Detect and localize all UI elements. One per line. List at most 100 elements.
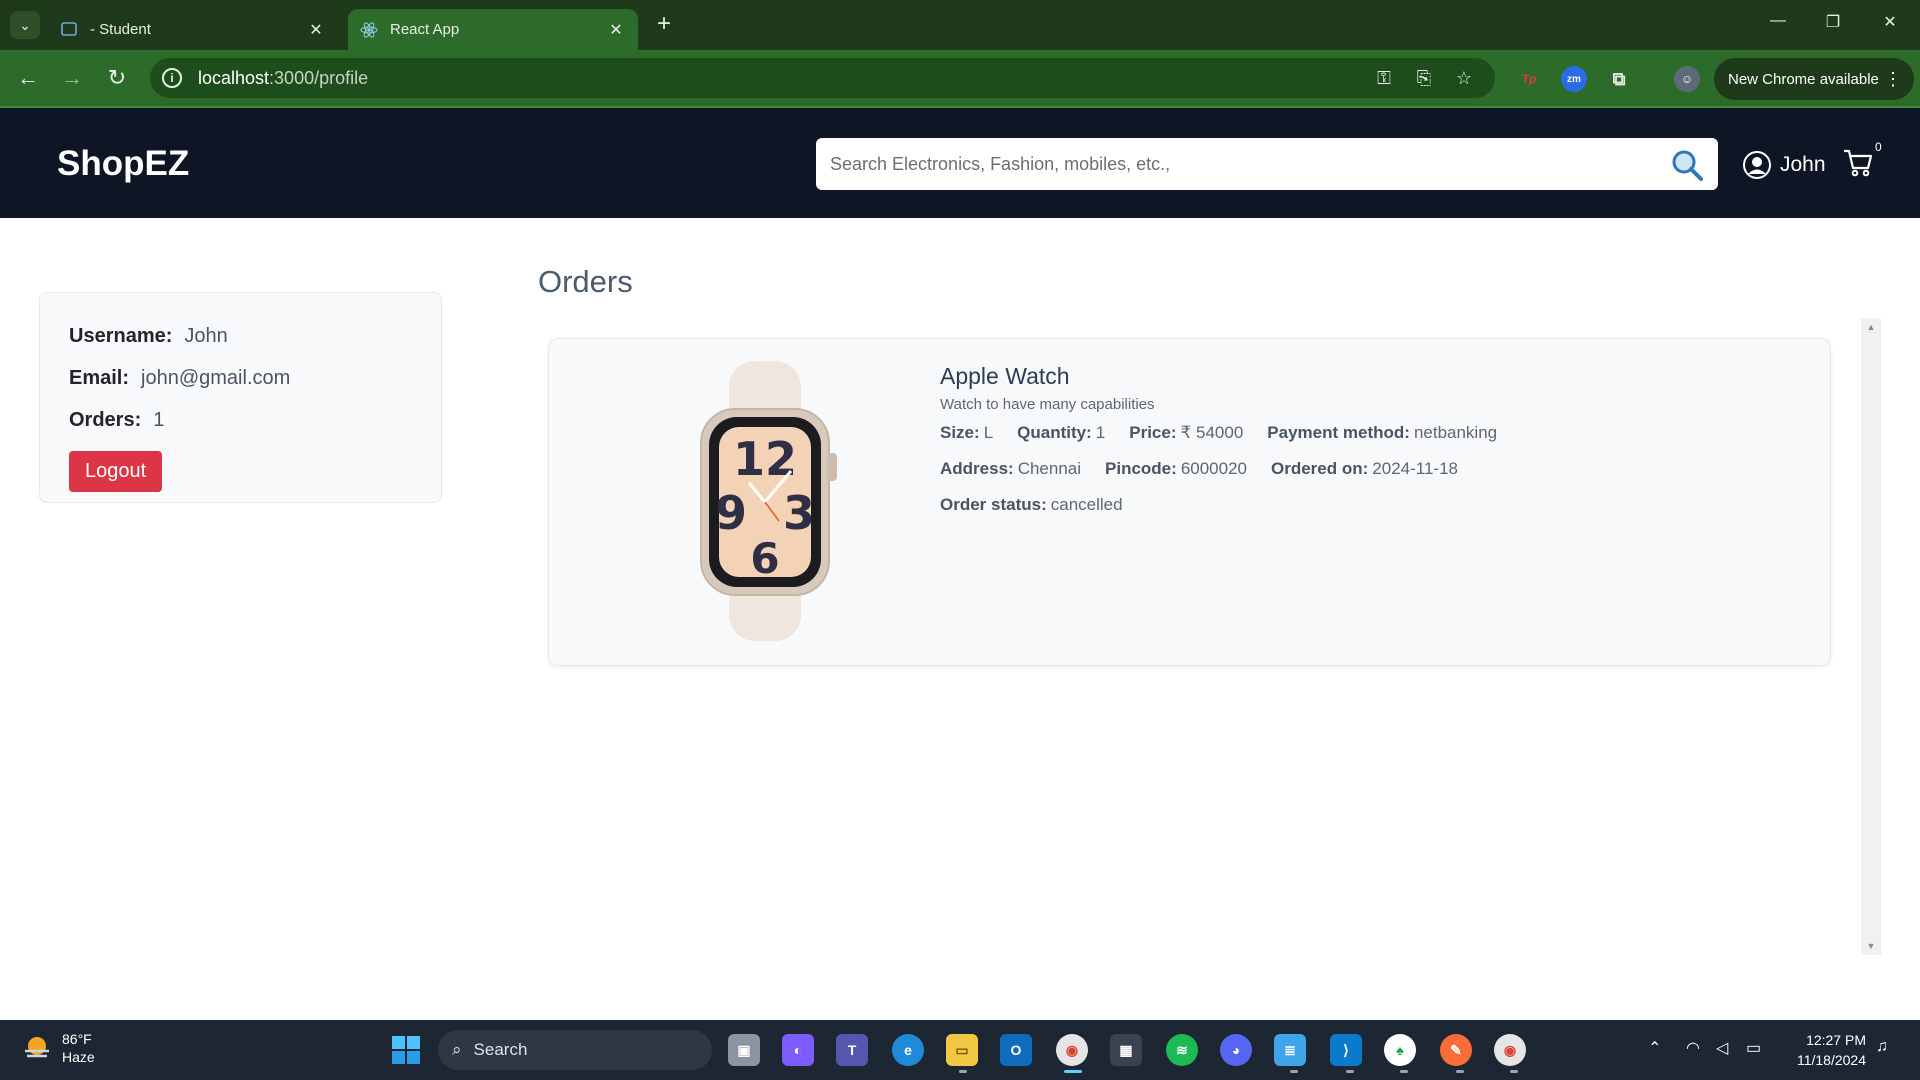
window-close-icon[interactable]: ✕: [1870, 12, 1910, 32]
system-clock[interactable]: 12:27 PM 11/18/2024: [1786, 1030, 1866, 1070]
outlook-icon[interactable]: O: [1000, 1034, 1032, 1066]
taskbar-indicator: [1456, 1070, 1464, 1073]
clock-date: 11/18/2024: [1796, 1052, 1866, 1068]
cart-button[interactable]: [1842, 148, 1874, 183]
vscode-icon[interactable]: ⟩: [1330, 1034, 1362, 1066]
more-vert-icon[interactable]: ⋮: [1884, 69, 1902, 90]
search-icon: ⌕: [452, 1040, 462, 1059]
search-icon[interactable]: [1670, 148, 1704, 182]
profile-avatar[interactable]: ☺: [1674, 66, 1700, 92]
restore-icon[interactable]: ❐: [1813, 12, 1853, 32]
tab-react-app[interactable]: React App ✕: [348, 9, 638, 50]
tab-student[interactable]: - Student ✕: [48, 9, 338, 50]
url-text[interactable]: localhost:3000/profile: [198, 68, 368, 89]
browser-toolbar: ← → ↻ i localhost:3000/profile ⚿ ⎘ ☆: [0, 50, 1920, 108]
teams-icon[interactable]: T: [836, 1034, 868, 1066]
wifi-icon[interactable]: ◠: [1686, 1038, 1700, 1058]
search-bar: [816, 138, 1718, 190]
back-icon[interactable]: ←: [13, 64, 43, 92]
orders-heading: Orders: [538, 264, 633, 299]
quantity-field: Quantity: 1: [1017, 423, 1106, 442]
copilot-icon[interactable]: ◐: [782, 1034, 814, 1066]
pincode-field: Pincode: 6000020: [1105, 459, 1247, 478]
spotify-icon[interactable]: ≋: [1166, 1034, 1198, 1066]
ordered-on-field: Ordered on: 2024-11-18: [1271, 459, 1458, 478]
close-icon[interactable]: ✕: [606, 20, 626, 40]
postman-icon[interactable]: ✎: [1440, 1034, 1472, 1066]
extension-tp-icon[interactable]: Tp: [1516, 66, 1542, 92]
address-field: Address: Chennai: [940, 459, 1082, 478]
brand-logo[interactable]: ShopEZ: [57, 144, 189, 184]
tab-title: - Student: [90, 21, 151, 38]
taskbar-indicator: [959, 1070, 967, 1073]
windows-start-icon[interactable]: [390, 1034, 422, 1066]
scroll-up-icon[interactable]: ▲: [1861, 322, 1881, 332]
monitor-icon: [60, 21, 78, 39]
order-card: 12 9 3 6 Apple Watch Watch to have many …: [548, 338, 1831, 666]
new-tab-button[interactable]: +: [650, 12, 678, 36]
minimize-icon[interactable]: —: [1758, 12, 1798, 30]
volume-icon[interactable]: ◁: [1716, 1038, 1728, 1058]
notepad-icon[interactable]: ≣: [1274, 1034, 1306, 1066]
app-header: ShopEZ John 0: [0, 108, 1920, 218]
username-label: Username:: [69, 324, 173, 347]
taskbar-search[interactable]: ⌕ Search: [438, 1030, 712, 1070]
task-view-icon[interactable]: ▣: [728, 1034, 760, 1066]
payment-method-field: Payment method: netbanking: [1267, 423, 1498, 442]
taskbar-indicator: [1346, 1070, 1354, 1073]
cart-icon: [1844, 149, 1873, 177]
clock-time: 12:27 PM: [1806, 1032, 1866, 1048]
user-circle-icon: [1743, 151, 1771, 179]
taskbar-indicator: [1400, 1070, 1408, 1073]
product-name[interactable]: Apple Watch: [940, 363, 1800, 390]
order-row-3: Order status: cancelled: [940, 495, 1800, 515]
key-icon[interactable]: ⚿: [1372, 68, 1396, 92]
cart-count-badge: 0: [1875, 140, 1882, 154]
user-profile-link[interactable]: John: [1742, 150, 1826, 180]
scroll-down-icon[interactable]: ▼: [1861, 941, 1881, 951]
notification-bell-icon[interactable]: ♫: [1876, 1038, 1888, 1056]
weather-desc: Haze: [62, 1049, 95, 1065]
battery-icon[interactable]: ▭: [1746, 1038, 1761, 1058]
profile-card: Username: John Email: john@gmail.com Ord…: [39, 292, 442, 503]
chevron-up-icon[interactable]: ⌃: [1648, 1038, 1661, 1058]
tab-title: React App: [390, 21, 460, 38]
forward-icon[interactable]: →: [57, 64, 87, 92]
discord-icon[interactable]: ◕: [1220, 1034, 1252, 1066]
weather-widget[interactable]: 86°F Haze: [22, 1030, 95, 1066]
extensions-puzzle-icon[interactable]: ⧉: [1606, 66, 1632, 92]
taskbar-indicator-active: [1064, 1070, 1082, 1073]
chrome-profile-icon[interactable]: ◉: [1494, 1034, 1526, 1066]
orders-scrollbar[interactable]: ▲ ▼: [1861, 318, 1881, 955]
new-chrome-available-button[interactable]: New Chrome available ⋮: [1714, 58, 1914, 100]
microsoft-store-icon[interactable]: ▦: [1110, 1034, 1142, 1066]
site-info-icon[interactable]: i: [162, 68, 182, 88]
email-row: Email: john@gmail.com: [69, 357, 412, 399]
address-bar[interactable]: i localhost:3000/profile ⚿ ⎘ ☆: [150, 58, 1495, 98]
orders-label: Orders:: [69, 408, 142, 431]
order-row-1: Size: L Quantity: 1 Price: ₹ 54000 Payment …: [940, 423, 1800, 443]
close-icon[interactable]: ✕: [306, 20, 326, 40]
orders-count-value: 1: [153, 408, 165, 431]
mongodb-compass-icon[interactable]: ♠: [1384, 1034, 1416, 1066]
chevron-down-icon: ⌄: [19, 16, 31, 33]
user-name: John: [1780, 153, 1826, 176]
install-app-icon[interactable]: ⎘: [1412, 68, 1436, 92]
file-explorer-icon[interactable]: ▭: [946, 1034, 978, 1066]
logout-button[interactable]: Logout: [69, 451, 163, 492]
react-icon: [360, 21, 378, 39]
edge-icon[interactable]: e: [892, 1034, 924, 1066]
orders-count-row: Orders: 1: [69, 399, 412, 441]
extension-zoom-icon[interactable]: zm: [1561, 66, 1587, 92]
haze-sun-icon: [25, 1037, 49, 1058]
weather-temp: 86°F: [62, 1031, 92, 1047]
browser-titlebar: ⌄ - Student ✕ React App ✕ + — ❐ ✕: [0, 0, 1920, 50]
search-input[interactable]: [830, 153, 1650, 175]
chrome-icon[interactable]: ◉: [1056, 1034, 1088, 1066]
bookmark-star-icon[interactable]: ☆: [1452, 68, 1476, 92]
svg-text:12: 12: [733, 432, 797, 486]
tab-search-button[interactable]: ⌄: [10, 11, 40, 39]
order-row-2: Address: Chennai Pincode: 6000020 Ordered …: [940, 459, 1800, 479]
svg-text:3: 3: [783, 486, 815, 540]
reload-icon[interactable]: ↻: [102, 64, 132, 92]
